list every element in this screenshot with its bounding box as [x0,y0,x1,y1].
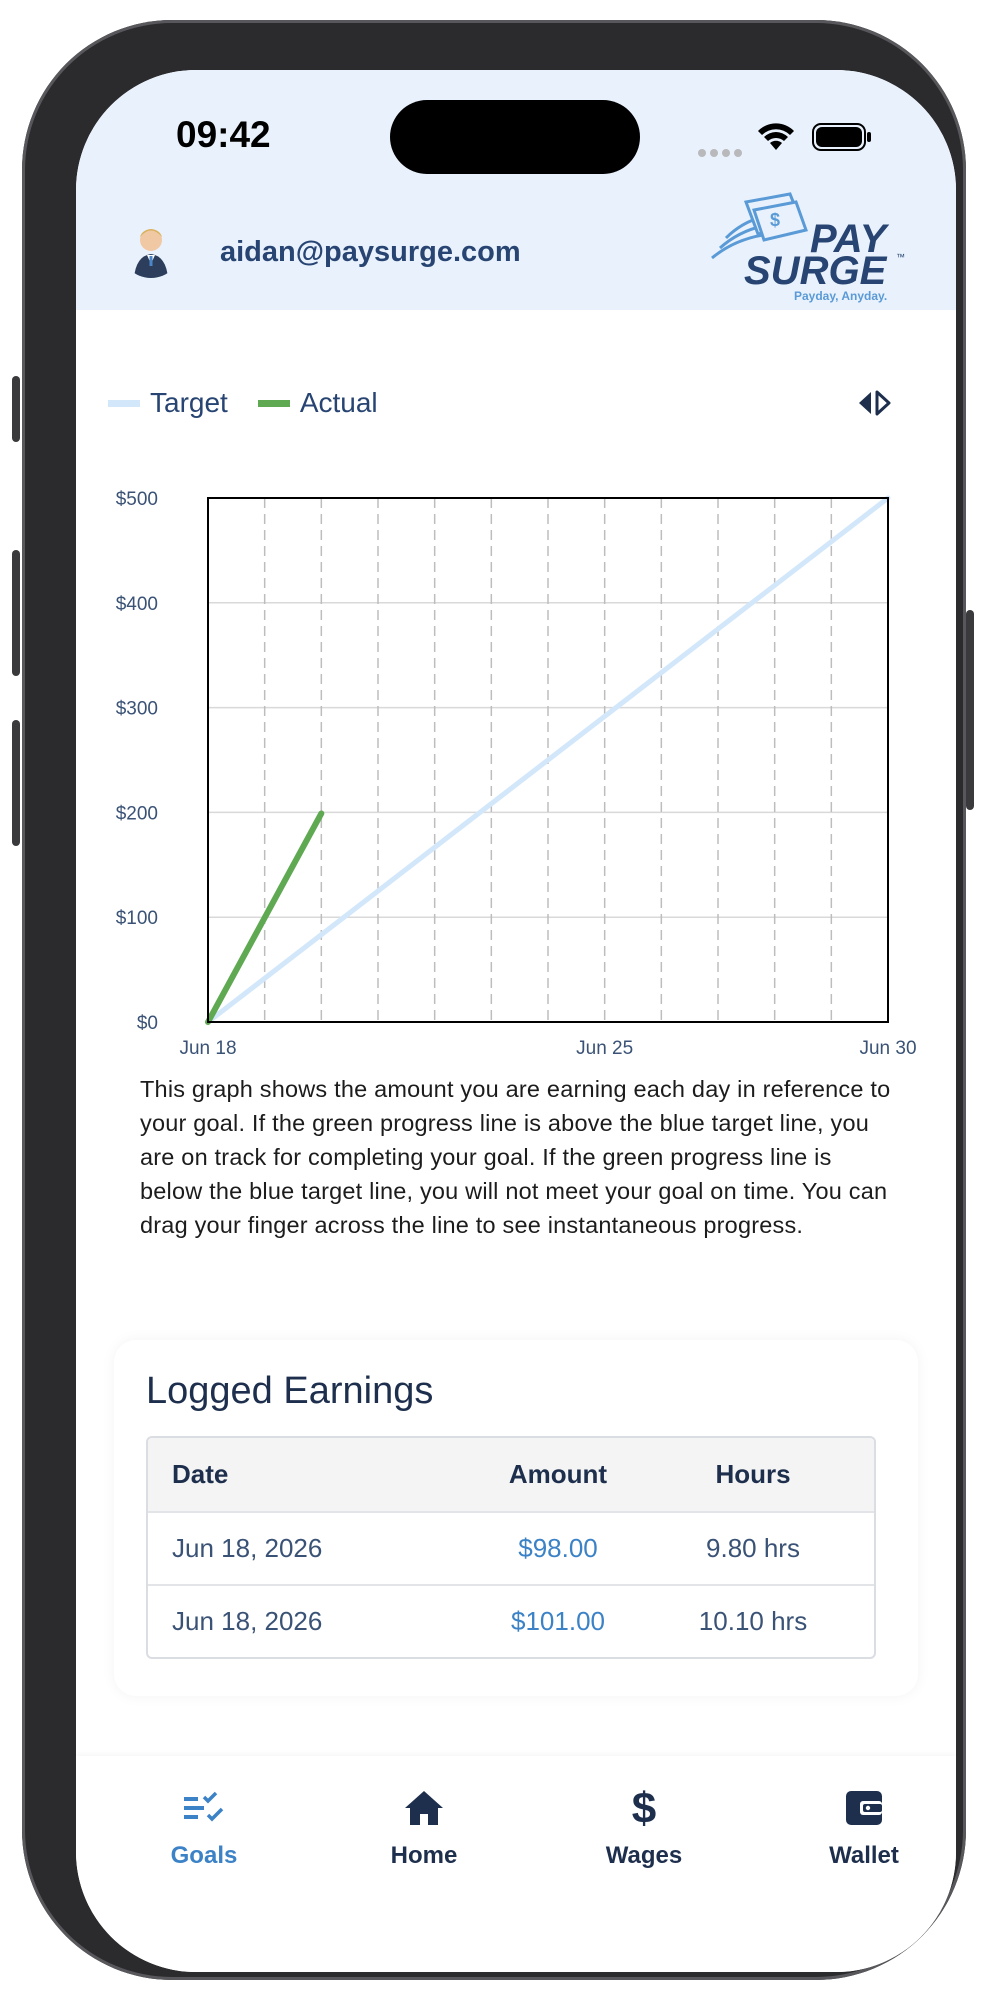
legend-swatch-target [108,399,140,407]
avatar[interactable] [120,216,182,278]
table-row[interactable]: Jun 18, 2026 $98.00 9.80 hrs [148,1511,874,1584]
table-row[interactable]: Jun 18, 2026 $101.00 10.10 hrs [148,1584,874,1657]
svg-text:™: ™ [896,252,905,262]
wifi-icon [758,123,794,150]
tab-goals[interactable]: Goals [124,1782,284,1870]
action-button [12,376,20,442]
dynamic-island [390,100,640,174]
tab-label-goals: Goals [170,1842,238,1869]
tab-label-wallet: Wallet [829,1842,899,1869]
y-tick-label: $100 [116,908,158,929]
y-tick-label: $300 [116,699,158,720]
tab-label-home: Home [390,1842,458,1869]
home-icon [405,1791,443,1825]
paysurge-logo: $ PAY SURGE ™ Payday, Anyday. [711,192,905,303]
table-header-row: Date Amount Hours [148,1438,874,1511]
tab-wages[interactable]: $ Wages [564,1782,724,1870]
chart-legend: Target Actual [108,383,408,423]
row-hours: 10.10 hrs [698,1606,808,1636]
legend-swatch-actual [257,399,290,407]
bottom-tab-bar: Goals Home $ Wages Wallet [76,1756,956,1972]
legend-label-target: Target [150,387,228,418]
x-tick-label: Jun 30 [859,1038,916,1059]
x-tick-label: Jun 18 [179,1038,236,1059]
power-button [966,610,974,810]
y-tick-label: $400 [116,594,158,615]
screen: 09:42 aidan@paysurge.com $ PAY SURGE ™ P… [76,70,956,1972]
svg-text:Payday, Anyday.: Payday, Anyday. [794,289,887,303]
volume-up-button [12,550,20,676]
column-header-date: Date [172,1459,229,1489]
x-tick-label: Jun 25 [576,1038,633,1059]
earnings-table: Date Amount Hours Jun 18, 2026 $98.00 9.… [146,1436,876,1659]
row-amount: $98.00 [518,1533,598,1563]
phone-frame: 09:42 aidan@paysurge.com $ PAY SURGE ™ P… [12,20,974,1980]
logged-earnings-card: Logged Earnings Date Amount Hours Jun 18… [114,1340,918,1696]
svg-text:$: $ [770,210,780,230]
chart-description: This graph shows the amount you are earn… [140,1076,891,1238]
row-amount: $101.00 [511,1606,605,1636]
legend-label-actual: Actual [299,387,378,418]
header-area: 09:42 aidan@paysurge.com $ PAY SURGE ™ P… [76,70,956,310]
svg-text:$: $ [632,1785,656,1831]
column-header-hours: Hours [715,1459,791,1489]
chart-scroll-arrows-icon[interactable] [854,388,894,418]
volume-down-button [12,720,20,846]
logged-earnings-title: Logged Earnings [146,1370,434,1412]
wallet-icon [846,1791,882,1825]
series-line-target [205,495,891,1025]
goals-checklist-icon [184,1791,224,1822]
dollar-icon: $ [632,1785,656,1831]
legend-item-actual: Actual [257,387,378,419]
status-time: 09:42 [176,114,271,155]
cellular-signal-icon [698,144,746,162]
tab-label-wages: Wages [605,1842,683,1869]
row-hours: 9.80 hrs [706,1533,800,1563]
y-tick-label: $200 [116,803,158,824]
battery-icon [812,123,871,151]
user-email: aidan@paysurge.com [220,236,521,268]
column-header-amount: Amount [508,1459,608,1489]
y-tick-label: $500 [116,489,158,510]
legend-item-target: Target [108,387,228,419]
svg-text:SURGE: SURGE [744,249,888,293]
row-date: Jun 18, 2026 [172,1533,323,1563]
y-tick-label: $0 [137,1013,158,1034]
row-date: Jun 18, 2026 [172,1606,323,1636]
earnings-chart[interactable]: $0 $100 $200 $300 $400 $500 Jun 18 Jun 25 Jun 30 [76,430,956,1070]
tab-wallet[interactable]: Wallet [784,1782,944,1870]
tab-home[interactable]: Home [344,1782,504,1870]
